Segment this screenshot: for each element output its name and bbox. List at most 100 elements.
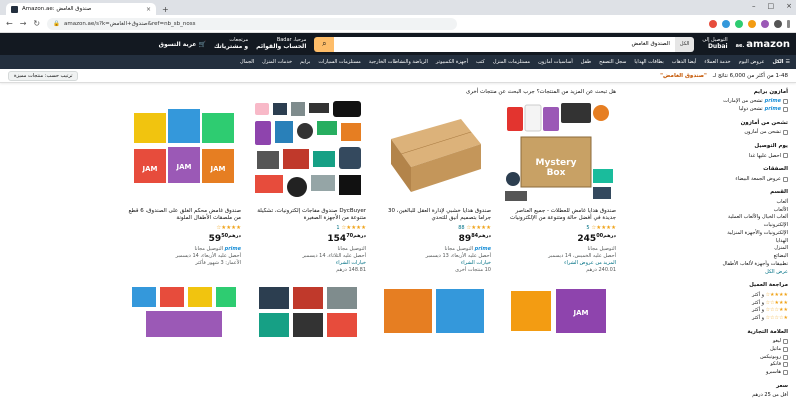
rating-filter[interactable]: ★★★★☆ و أكثر	[634, 292, 789, 299]
department-link[interactable]: الهدايا	[634, 238, 788, 245]
nav-item[interactable]: كتب	[476, 59, 485, 65]
department-link[interactable]: تطبيقات وأجهزة لألعاب الأطفال	[634, 261, 788, 268]
product-image[interactable]	[126, 281, 241, 342]
search-main: أمازون برايم prime تشحن من الإمارات prime…	[0, 83, 796, 410]
product-title[interactable]: صندوق غامض محكم الغلق على الصندوق، 6 قطع…	[126, 208, 241, 223]
amazon-logo[interactable]: amazon .ae	[736, 39, 790, 50]
product-price: درهم5950	[208, 233, 241, 245]
buying-options-link[interactable]: خيارات الشراء	[376, 260, 491, 267]
filter-checkbox[interactable]: تشحن من أمازون	[634, 129, 788, 136]
product-rating[interactable]: ★★★★☆ 88	[376, 225, 491, 232]
amazon-header: amazon.ae التوصيل إلى Dubai الكل ⌕ مرحبا…	[0, 33, 796, 55]
nav-item[interactable]: خدمة العملاء	[704, 59, 730, 65]
filter-checkbox[interactable]: احصل عليها غدا	[634, 153, 788, 160]
nav-item[interactable]: سجل التصفح	[599, 59, 626, 65]
product-title[interactable]: DycBuyer صندوق مفاجآت إلكترونيات، تشكيلة…	[251, 208, 366, 223]
address-bar[interactable]: 🔒 amazon.ae/s?k=صندوق+الغامض&ref=nb_sb_n…	[47, 17, 458, 30]
product-image[interactable]	[251, 281, 366, 342]
extension-icon[interactable]	[735, 19, 743, 28]
nav-item[interactable]: أيضا الذهاب	[672, 59, 697, 65]
hamburger-icon: ☰	[785, 59, 790, 65]
nav-item[interactable]: أساسيات أمازون	[538, 59, 573, 65]
price-filter[interactable]: أقل من 25 درهم	[634, 392, 788, 399]
extension-icon[interactable]	[748, 19, 756, 28]
department-link[interactable]: ألعاب الخيال والألعاب العملية	[634, 214, 788, 221]
department-link[interactable]: البضائع	[634, 253, 788, 260]
browser-tab[interactable]: Amazon.ae: صندوق الغامض ×	[6, 3, 156, 15]
results-count: 1-48 من أكثر من 6,000 نتائج لـ	[712, 72, 788, 79]
department-link[interactable]: المنزل	[634, 245, 788, 252]
nav-item[interactable]: مستلزمات المنزل	[493, 59, 530, 65]
product-image[interactable]	[376, 281, 491, 342]
all-menu-button[interactable]: ☰ الكل	[773, 59, 790, 65]
product-title[interactable]: صندوق هدايا غامض للعطلات - جميع العناصر …	[501, 208, 616, 223]
buying-options-link[interactable]: المزيد من عروض الشراء	[501, 260, 616, 267]
extension-icon[interactable]	[761, 19, 769, 28]
deliver-to[interactable]: التوصيل إلى Dubai	[702, 37, 727, 50]
product-title[interactable]: صندوق هدايا خشبي لإدارة العقل للبالغين، …	[376, 208, 491, 223]
nav-item[interactable]: برايم	[300, 59, 310, 65]
product-price: درهم24500	[577, 233, 616, 245]
cart-button[interactable]: 🛒 عربة التسوق	[159, 41, 206, 48]
filter-heading: سعر	[776, 382, 788, 389]
search-icon[interactable]: ⌕	[314, 36, 335, 52]
brand-checkbox[interactable]: ليغو	[634, 338, 788, 345]
department-link[interactable]: الألعاب	[634, 207, 788, 214]
department-link[interactable]: ألعاب	[634, 199, 788, 206]
product-rating[interactable]: ★★★★☆ 1	[251, 225, 366, 232]
see-all-link[interactable]: عرض الكل	[634, 269, 788, 276]
prime-icon: prime	[764, 106, 781, 113]
nav-item[interactable]: مستلزمات السيارات	[318, 59, 360, 65]
rating-filter[interactable]: ★★☆☆☆ و أكثر	[634, 307, 789, 314]
rating-filter[interactable]: ★★★☆☆ و أكثر	[634, 299, 789, 307]
brand-checkbox[interactable]: ماتيل	[634, 346, 788, 353]
department-link[interactable]: الإلكترونيات والأجهزة المنزلية	[634, 230, 788, 237]
menu-icon[interactable]	[787, 19, 790, 28]
filter-heading: أمازون برايم	[753, 89, 788, 95]
checkbox-icon	[783, 354, 788, 360]
reload-icon[interactable]: ↻	[33, 19, 40, 28]
nav-item[interactable]: الجمال	[240, 59, 254, 65]
department-link[interactable]: الإلكترونيات	[634, 222, 788, 229]
nav-item[interactable]: خدمات المنزل	[262, 59, 292, 65]
search-category-select[interactable]: الكل	[674, 36, 695, 52]
prime-icon: prime	[474, 246, 491, 253]
maximize-icon[interactable]: □	[768, 2, 775, 10]
product-image[interactable]: JAM	[501, 281, 616, 342]
rating-filter[interactable]: ★☆☆☆☆ و أكثر	[634, 315, 789, 322]
buying-options-link[interactable]: خيارات الشراء	[251, 260, 366, 267]
brand-checkbox[interactable]: فانكو	[634, 361, 788, 368]
new-tab-icon[interactable]: +	[162, 5, 169, 14]
minimize-icon[interactable]: –	[752, 2, 756, 10]
nav-item[interactable]: أجهزة الكمبيوتر	[436, 59, 468, 65]
checkbox-icon	[783, 362, 788, 368]
extension-icon[interactable]	[709, 19, 717, 28]
brand-checkbox[interactable]: هاسبرو	[634, 369, 788, 376]
close-tab-icon[interactable]: ×	[146, 6, 151, 13]
nav-item[interactable]: طفل	[581, 59, 591, 65]
other-offer: 148.81 درهم	[336, 266, 366, 273]
orders-link[interactable]: مرتجعات و مشترياتك	[214, 37, 248, 50]
brand-checkbox[interactable]: روبوتيكس	[634, 354, 788, 361]
search-input[interactable]	[334, 36, 675, 52]
forward-icon[interactable]: →	[20, 19, 27, 28]
sort-select[interactable]: ترتيب حسب: منتجات مميزة	[8, 70, 79, 81]
product-image[interactable]: Mystery Box	[501, 99, 616, 204]
filter-checkbox[interactable]: prime تشحن دوليا	[634, 106, 788, 113]
product-image[interactable]	[376, 99, 491, 204]
nav-item[interactable]: الرياضة والنشاطات الخارجية	[369, 59, 428, 65]
nav-item[interactable]: عروض اليوم	[739, 59, 765, 65]
filter-checkbox[interactable]: عروض الجمعة البيضاء	[634, 176, 788, 183]
product-image[interactable]: JAM JAM JAM	[126, 99, 241, 204]
close-window-icon[interactable]: ×	[786, 2, 792, 10]
nav-item[interactable]: بطاقات الهدايا	[634, 59, 663, 65]
back-icon[interactable]: ←	[6, 19, 13, 28]
product-image[interactable]	[251, 99, 366, 204]
filter-checkbox[interactable]: prime تشحن من الإمارات	[634, 98, 788, 105]
stars-icon: ★★★☆☆	[765, 299, 789, 306]
account-menu[interactable]: مرحبا، Badar الحساب والقوائم	[256, 37, 306, 50]
product-rating[interactable]: ★★★★☆ 5	[501, 225, 616, 232]
product-rating[interactable]: ★★★★☆	[126, 225, 241, 232]
profile-avatar[interactable]	[774, 19, 782, 28]
extension-icon[interactable]	[722, 19, 730, 28]
